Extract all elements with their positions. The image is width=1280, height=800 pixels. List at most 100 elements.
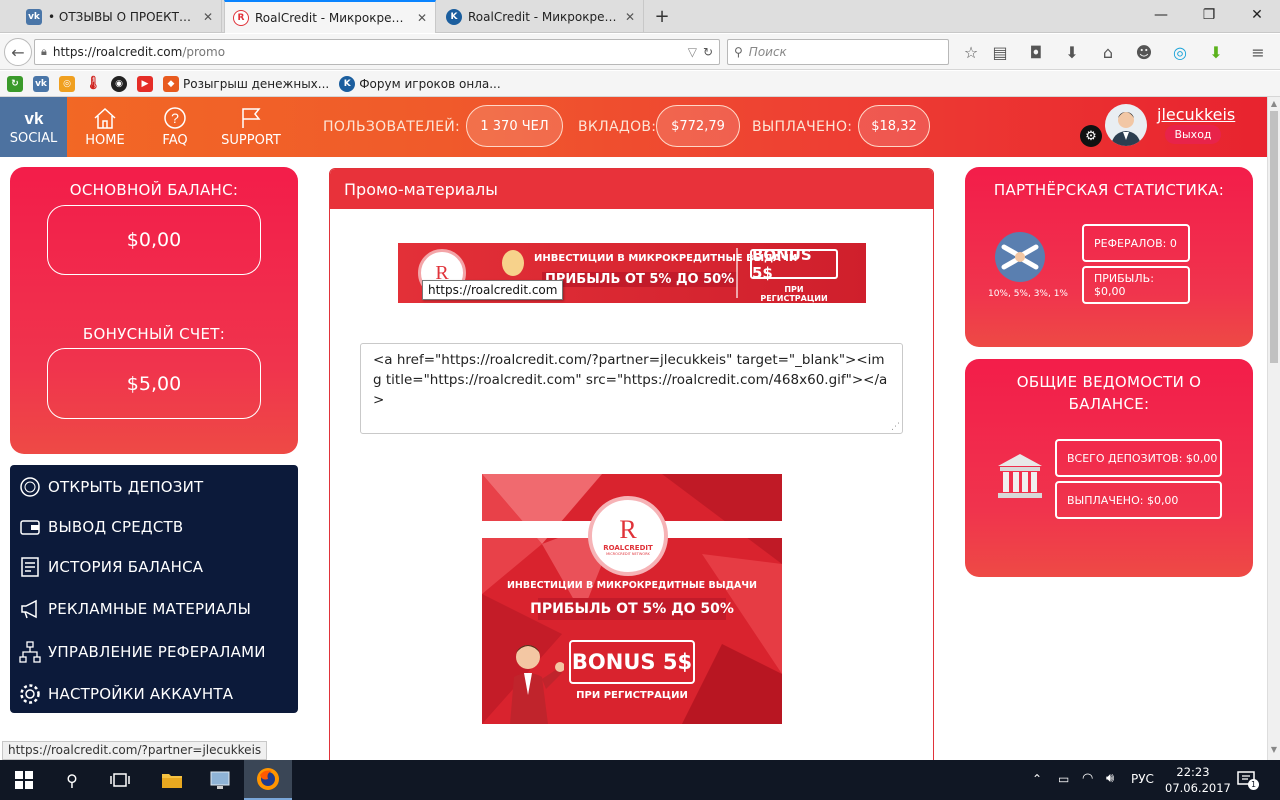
bookmark-item[interactable]: 🌡︎: [82, 76, 104, 92]
pocket-icon[interactable]: ◘: [1022, 38, 1050, 66]
bookmark-star-icon[interactable]: ☆: [957, 38, 985, 66]
menu-label: ОТКРЫТЬ ДЕПОЗИТ: [48, 478, 204, 496]
close-icon[interactable]: ✕: [203, 10, 213, 24]
hierarchy-icon: [18, 640, 42, 664]
reading-list-icon[interactable]: ▤: [986, 38, 1014, 66]
bookmark-item[interactable]: ◉: [108, 75, 130, 92]
partner-stats-panel: ПАРТНЁРСКАЯ СТАТИСТИКА: 10%, 5%, 3%, 1% …: [965, 167, 1253, 347]
clock[interactable]: 22:23 07.06.2017: [1165, 764, 1231, 796]
back-button[interactable]: ←: [4, 38, 32, 66]
menu-account-settings[interactable]: НАСТРОЙКИ АККАУНТА: [18, 676, 233, 712]
social-nav[interactable]: vk SOCIAL: [0, 97, 67, 157]
firefox-button[interactable]: [244, 760, 292, 800]
scroll-down-icon[interactable]: ▼: [1270, 745, 1278, 755]
language-indicator[interactable]: РУС: [1131, 772, 1154, 786]
wifi-icon[interactable]: ◠: [1082, 771, 1093, 786]
notifications-button[interactable]: 1: [1236, 770, 1259, 790]
bookmark-item[interactable]: ◎: [56, 75, 78, 92]
notification-count-badge: 1: [1248, 779, 1259, 790]
faq-label: FAQ: [162, 133, 188, 148]
bookmark-label: Розыгрыш денежных...: [183, 76, 330, 91]
home-nav[interactable]: HOME: [78, 97, 132, 157]
restore-button[interactable]: ❐: [1186, 0, 1232, 30]
referrals-count: РЕФЕРАЛОВ: 0: [1082, 224, 1190, 262]
search-box[interactable]: ⚲ Поиск: [727, 39, 949, 65]
tray-chevron-icon[interactable]: ⌃: [1032, 772, 1042, 786]
users-count-badge: 1 370 ЧЕЛ: [466, 105, 563, 147]
promo-panel-title: Промо-материалы: [330, 169, 933, 209]
bookmark-item[interactable]: ↻: [4, 75, 26, 92]
battery-icon[interactable]: ▭: [1058, 772, 1069, 786]
url-tooltip: https://roalcredit.com: [422, 280, 564, 300]
username-link[interactable]: jlecukkeis: [1157, 105, 1235, 124]
green-refresh-icon: ↻: [7, 75, 23, 92]
close-icon[interactable]: ✕: [417, 11, 427, 25]
support-nav[interactable]: SUPPORT: [218, 97, 284, 157]
bookmark-item[interactable]: ▶: [134, 75, 156, 92]
downloads-icon[interactable]: ⬇: [1058, 38, 1086, 66]
account-menu: ОТКРЫТЬ ДЕПОЗИТ ВЫВОД СРЕДСТВ ИСТОРИЯ БА…: [10, 465, 298, 713]
bookmark-item[interactable]: K Форум игроков онла...: [336, 75, 503, 92]
reload-icon[interactable]: ↻: [703, 45, 713, 59]
social-label: SOCIAL: [9, 131, 58, 146]
windows-taskbar: ⚲ ⌃ ▭ ◠ 🔊︎ РУС 22:23 07.06.2017 1: [0, 760, 1280, 800]
balance-panel: ОСНОВНОЙ БАЛАНС: $0,00 БОНУСНЫЙ СЧЕТ: $5…: [10, 167, 298, 454]
menu-balance-history[interactable]: ИСТОРИЯ БАЛАНСА: [18, 549, 203, 585]
page-scrollbar[interactable]: ▲ ▼: [1267, 97, 1280, 760]
home-icon[interactable]: ⌂: [1094, 38, 1122, 66]
minimize-button[interactable]: —: [1138, 0, 1184, 30]
deposits-label: ВКЛАДОВ:: [578, 119, 657, 135]
start-button[interactable]: [0, 760, 48, 800]
extension-icon[interactable]: ◎: [1166, 38, 1194, 66]
close-window-button[interactable]: ✕: [1234, 0, 1280, 30]
dropdown-arrow-icon[interactable]: ▽: [688, 45, 697, 59]
download-helper-icon[interactable]: ⬇: [1202, 38, 1230, 66]
logout-button[interactable]: Выход: [1165, 125, 1221, 144]
url-bar[interactable]: 🔒︎ https://roalcredit.com/promo ▽ ↻: [34, 39, 720, 65]
avatar[interactable]: [1105, 104, 1147, 146]
tab-roalcredit-forum[interactable]: K RoalCredit - Микрокредит... ✕: [438, 0, 644, 33]
menu-referral-management[interactable]: УПРАВЛЕНИЕ РЕФЕРАЛАМИ: [18, 634, 266, 670]
banner-bonus: BONUS 5$: [750, 246, 838, 282]
menu-promo-materials[interactable]: РЕКЛАМНЫЕ МАТЕРИАЛЫ: [18, 591, 251, 627]
banner-300x250[interactable]: R ROALCREDIT MICROCREDIT NETWORK ИНВЕСТИ…: [482, 474, 782, 724]
vk-icon: vk: [24, 109, 43, 128]
chat-icon[interactable]: ☻: [1130, 38, 1158, 66]
main-balance-title: ОСНОВНОЙ БАЛАНС:: [69, 181, 239, 199]
close-icon[interactable]: ✕: [625, 10, 635, 24]
wallet-icon: [18, 515, 42, 539]
logo-letter: R: [619, 515, 637, 544]
banner-bonus-sub: ПРИ РЕГИСТРАЦИИ: [760, 285, 828, 303]
lock-icon: 🔒︎: [41, 45, 47, 58]
tab-roalcredit-active[interactable]: R RoalCredit - Микрокредит... ✕: [224, 0, 436, 33]
resize-handle-icon[interactable]: ⋰: [891, 422, 901, 432]
paid-badge: $18,32: [858, 105, 930, 147]
bank-icon: [998, 454, 1042, 498]
new-tab-button[interactable]: +: [650, 4, 674, 28]
firefox-icon: [257, 768, 279, 790]
roalcredit-logo-large: R ROALCREDIT MICROCREDIT NETWORK: [588, 496, 668, 576]
settings-gear-icon[interactable]: ⚙: [1080, 125, 1102, 147]
bookmark-item[interactable]: vk: [30, 75, 52, 92]
partner-stats-title: ПАРТНЁРСКАЯ СТАТИСТИКА:: [993, 181, 1225, 199]
file-explorer-button[interactable]: [148, 760, 196, 800]
url-path: /promo: [182, 45, 226, 59]
volume-icon[interactable]: 🔊︎: [1106, 771, 1114, 786]
app-button[interactable]: [196, 760, 244, 800]
bookmark-item[interactable]: ◆ Розыгрыш денежных...: [160, 75, 332, 92]
menu-withdraw[interactable]: ВЫВОД СРЕДСТВ: [18, 509, 183, 545]
task-view-button[interactable]: [96, 760, 144, 800]
search-icon[interactable]: ⚲: [48, 760, 96, 800]
scroll-up-icon[interactable]: ▲: [1270, 99, 1278, 109]
tab-reviews[interactable]: vk • ОТЗЫВЫ О ПРОЕКТЕ/ С... ✕: [18, 0, 222, 33]
menu-icon[interactable]: ≡: [1244, 38, 1272, 66]
faq-nav[interactable]: ? FAQ: [152, 97, 198, 157]
monitor-icon: [210, 771, 230, 789]
bookmarks-bar: ↻ vk ◎ 🌡︎ ◉ ▶ ◆ Розыгрыш денежных... K Фор…: [0, 71, 1280, 97]
embed-code-textarea[interactable]: <a href="https://roalcredit.com/?partner…: [360, 343, 903, 434]
banner-divider: [736, 248, 738, 298]
scrollbar-thumb[interactable]: [1270, 111, 1278, 363]
menu-open-deposit[interactable]: ОТКРЫТЬ ДЕПОЗИТ: [18, 469, 203, 505]
main-balance-value: $0,00: [47, 205, 261, 275]
total-deposits: ВСЕГО ДЕПОЗИТОВ: $0,00: [1055, 439, 1222, 477]
